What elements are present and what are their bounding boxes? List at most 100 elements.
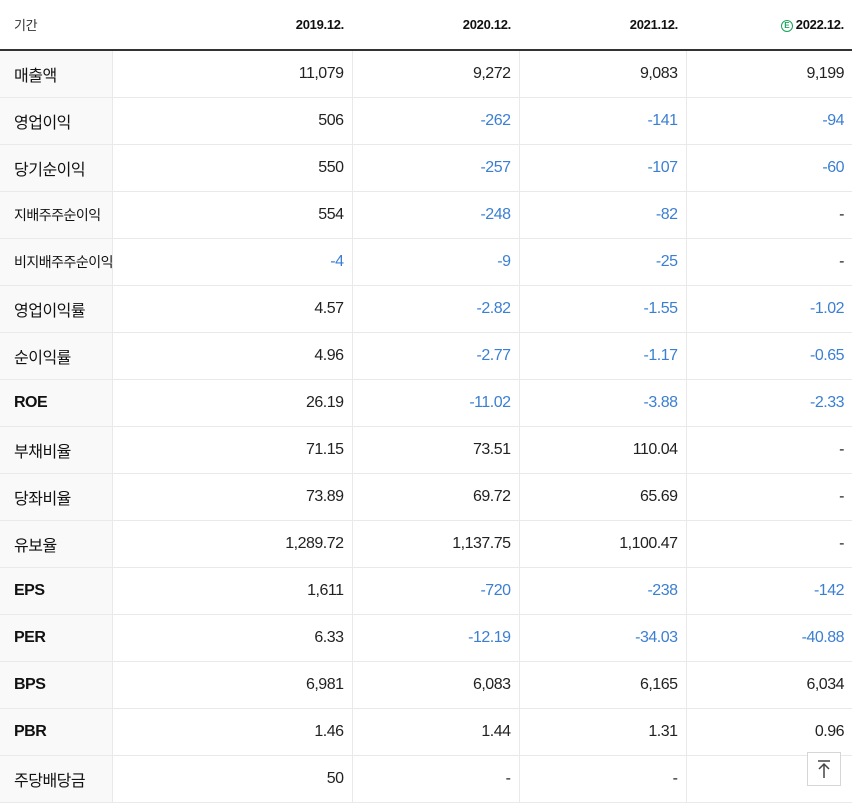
cell: - [685,238,852,286]
cell: -4 [111,238,352,286]
cell: -0.65 [685,332,852,380]
cell: 11,079 [111,50,352,98]
period-2021: 2021.12. [519,0,686,51]
row-label: PER [0,614,112,662]
cell: 4.57 [111,284,352,333]
row-label: 당기순이익 [0,144,112,192]
cell: 1.46 [111,708,352,756]
row-label: 당좌비율 [0,473,112,521]
cell: -9 [351,238,519,286]
cell: 110.04 [518,425,686,474]
table-row: 당기순이익 550 -257 -107 -60 [0,144,852,192]
period-2019: 2019.12. [112,0,352,51]
cell: 550 [111,144,352,192]
cell: 6.33 [111,614,352,662]
row-label: 영업이익 [0,97,112,145]
cell: - [685,473,852,521]
cell: -142 [685,566,852,615]
table-row: ROE 26.19 -11.02 -3.88 -2.33 [0,379,852,427]
cell: 6,981 [111,661,352,709]
row-label: BPS [0,661,112,709]
cell: -82 [518,191,686,239]
cell: -1.55 [518,284,686,333]
cell: 71.15 [111,425,352,474]
row-label: 유보율 [0,520,112,568]
cell: -257 [351,144,519,192]
table-row: 비지배주주순이익 -4 -9 -25 - [0,238,852,286]
cell: -3.88 [518,379,686,427]
table-row: BPS 6,981 6,083 6,165 6,034 [0,661,852,709]
cell: 9,272 [351,50,519,98]
cell: -720 [351,566,519,615]
row-label: 주당배당금 [0,754,112,803]
period-2022-label: 2022.12. [795,17,845,32]
table-row: PBR 1.46 1.44 1.31 0.96 [0,708,852,756]
table-row: 유보율 1,289.72 1,137.75 1,100.47 - [0,520,852,568]
cell: -25 [518,238,686,286]
cell: -2.77 [351,332,519,380]
cell: -11.02 [351,379,519,427]
cell: 506 [111,97,352,145]
table-row: 당좌비율 73.89 69.72 65.69 - [0,473,852,521]
cell: -238 [518,566,686,615]
cell: 73.51 [351,425,519,474]
cell: - [351,754,519,803]
cell: 1.44 [351,708,519,756]
cell: -262 [351,97,519,145]
cell: -34.03 [518,614,686,662]
cell: 1,137.75 [351,520,519,568]
cell: -60 [685,144,852,192]
row-label: ROE [0,379,112,427]
cell: 6,165 [518,661,686,709]
cell: 554 [111,191,352,239]
row-label: 부채비율 [0,425,112,474]
arrow-up-icon [818,760,830,778]
table-row: PER 6.33 -12.19 -34.03 -40.88 [0,614,852,662]
table-row: 순이익률 4.96 -2.77 -1.17 -0.65 [0,332,852,380]
cell: -1.17 [518,332,686,380]
cell: 9,199 [685,50,852,98]
table-row: 부채비율 71.15 73.51 110.04 - [0,425,852,474]
row-label: 순이익률 [0,332,112,380]
cell: -141 [518,97,686,145]
cell: 0.96 [685,708,852,756]
row-label: 비지배주주순이익 [0,238,114,286]
cell: 4.96 [111,332,352,380]
cell: 73.89 [111,473,352,521]
cell: - [685,191,852,239]
cell: 9,083 [518,50,686,98]
row-label: EPS [0,566,112,615]
cell: 65.69 [518,473,686,521]
cell: 50 [111,754,352,803]
cell: 1,611 [111,566,352,615]
cell: -12.19 [351,614,519,662]
row-label: 매출액 [0,50,112,98]
table-row: 매출액 11,079 9,272 9,083 9,199 [0,50,852,98]
table-row: 영업이익 506 -262 -141 -94 [0,97,852,145]
cell: -2.82 [351,284,519,333]
scroll-to-top-button[interactable] [807,752,841,786]
cell: - [685,425,852,474]
cell: 6,083 [351,661,519,709]
cell: - [685,520,852,568]
table-row: 지배주주순이익 554 -248 -82 - [0,191,852,239]
financial-summary-table: 기간 2019.12. 2020.12. 2021.12. E 2022.12. … [0,0,852,803]
cell: 1,100.47 [518,520,686,568]
row-label: 지배주주순이익 [0,191,112,239]
period-header-label: 기간 [0,0,112,51]
table-row: 영업이익률 4.57 -2.82 -1.55 -1.02 [0,284,852,333]
table-row: 주당배당금 50 - - [0,754,852,803]
header-row: 기간 2019.12. 2020.12. 2021.12. E 2022.12. [0,0,852,51]
cell: -1.02 [685,284,852,333]
cell: 69.72 [351,473,519,521]
cell: 1,289.72 [111,520,352,568]
cell: -2.33 [685,379,852,427]
period-2022-estimate: E 2022.12. [686,0,852,51]
row-label: PBR [0,708,112,756]
row-label: 영업이익률 [0,284,112,333]
cell: -248 [351,191,519,239]
cell: -40.88 [685,614,852,662]
cell: 6,034 [685,661,852,709]
cell: - [518,754,686,803]
cell: 1.31 [518,708,686,756]
